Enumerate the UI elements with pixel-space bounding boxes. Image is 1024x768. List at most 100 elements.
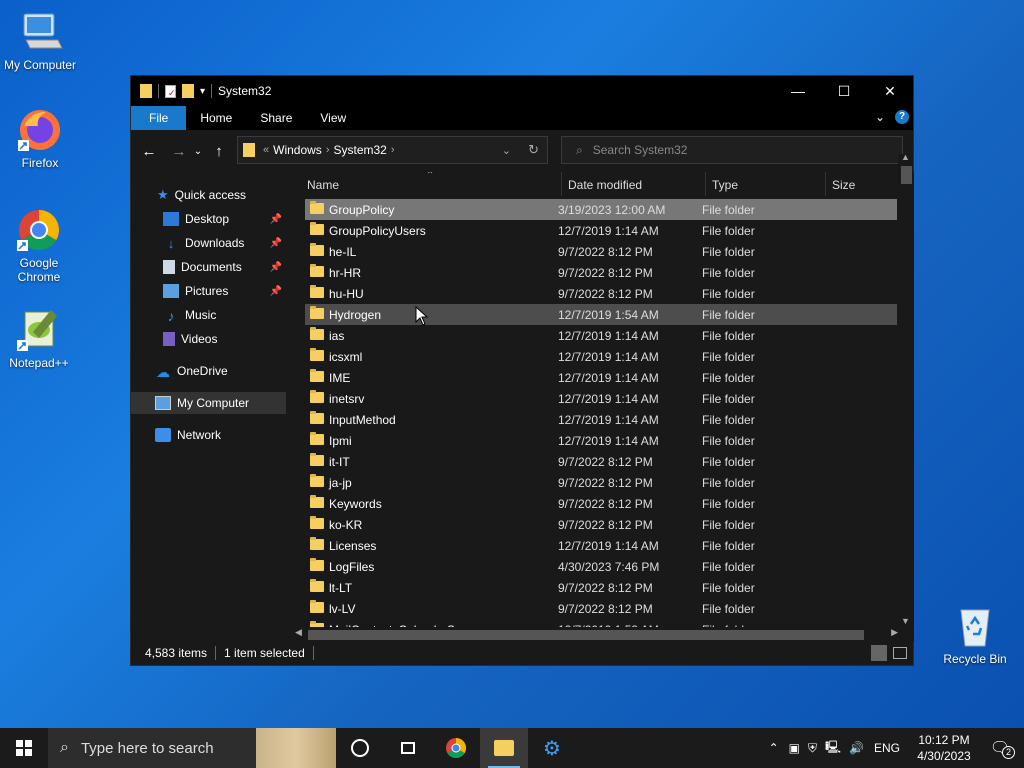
start-button[interactable] — [0, 728, 48, 768]
chevron-right-icon[interactable]: › — [391, 144, 395, 156]
cortana-button[interactable] — [336, 728, 384, 768]
desktop-icon-firefox[interactable]: Firefox — [0, 106, 80, 170]
tab-file[interactable]: File — [131, 106, 187, 130]
up-button[interactable]: ↑ — [207, 143, 231, 160]
taskbar-search-input[interactable]: Type here to search — [81, 740, 214, 757]
nav-music[interactable]: ♪ Music — [131, 304, 286, 326]
file-row[interactable]: Ipmi 12/7/2019 1:14 AM File folder — [305, 430, 897, 451]
file-row[interactable]: ko-KR 9/7/2022 8:12 PM File folder — [305, 514, 897, 535]
maximize-button[interactable]: ☐ — [821, 76, 867, 106]
file-row[interactable]: inetsrv 12/7/2019 1:14 AM File folder — [305, 388, 897, 409]
desktop-icon-recycle-bin[interactable]: Recycle Bin — [935, 602, 1015, 666]
file-row[interactable]: it-IT 9/7/2022 8:12 PM File folder — [305, 451, 897, 472]
folder-icon — [310, 243, 324, 256]
title-bar[interactable]: ✓ ▾ System32 — ☐ ✕ — [131, 76, 913, 106]
scroll-down-icon[interactable]: ▼ — [901, 616, 910, 626]
network-icon[interactable]: 🖳 — [825, 738, 841, 759]
music-icon: ♪ — [167, 308, 175, 324]
vertical-scrollbar[interactable]: ▲ ▼ — [898, 152, 913, 626]
tab-view[interactable]: View — [306, 106, 360, 130]
file-row[interactable]: Hydrogen 12/7/2019 1:54 AM File folder — [305, 304, 897, 325]
properties-icon[interactable]: ✓ — [165, 84, 176, 98]
nav-videos[interactable]: Videos — [131, 328, 286, 350]
nav-desktop[interactable]: Desktop 📌 — [131, 208, 286, 230]
file-row[interactable]: InputMethod 12/7/2019 1:14 AM File folder — [305, 409, 897, 430]
column-header-date[interactable]: Date modified — [568, 178, 642, 192]
file-row[interactable]: LogFiles 4/30/2023 7:46 PM File folder — [305, 556, 897, 577]
nav-downloads[interactable]: ↓ Downloads 📌 — [131, 232, 286, 254]
large-icons-view-button[interactable] — [893, 647, 907, 659]
horizontal-scrollbar[interactable]: ◀ ▶ — [294, 627, 899, 642]
volume-icon[interactable]: 🔊 — [849, 741, 864, 755]
expand-ribbon-icon[interactable]: ⌄ — [875, 110, 885, 124]
overflow-chevron[interactable]: « — [263, 144, 269, 156]
help-button[interactable]: ? — [895, 110, 909, 124]
file-row[interactable]: hr-HR 9/7/2022 8:12 PM File folder — [305, 262, 897, 283]
breadcrumb-system32[interactable]: System32 — [333, 143, 386, 157]
folder-icon — [310, 369, 324, 382]
scroll-left-icon[interactable]: ◀ — [295, 627, 302, 638]
recent-locations-button[interactable]: ⌄ — [191, 146, 205, 157]
file-row[interactable]: IME 12/7/2019 1:14 AM File folder — [305, 367, 897, 388]
file-row[interactable]: ja-jp 9/7/2022 8:12 PM File folder — [305, 472, 897, 493]
column-header-type[interactable]: Type — [712, 178, 738, 192]
address-dropdown-icon[interactable]: ⌄ — [502, 144, 511, 157]
column-header-name[interactable]: Name — [307, 178, 339, 192]
nav-onedrive[interactable]: ☁ OneDrive — [131, 360, 286, 382]
taskbar-app[interactable]: ⚙ — [528, 728, 576, 768]
nav-pictures[interactable]: Pictures 📌 — [131, 280, 286, 302]
security-icon[interactable]: ⛨ — [808, 741, 817, 756]
task-view-button[interactable] — [384, 728, 432, 768]
language-indicator[interactable]: ENG — [874, 741, 900, 755]
folder-icon — [310, 390, 324, 403]
close-button[interactable]: ✕ — [867, 76, 913, 106]
file-row[interactable]: he-IL 9/7/2022 8:12 PM File folder — [305, 241, 897, 262]
action-center-icon[interactable]: ▣ — [789, 741, 800, 755]
column-header-size[interactable]: Size — [832, 178, 855, 192]
notifications-button[interactable]: 🗨 2 — [976, 738, 1024, 759]
nav-my-computer[interactable]: My Computer — [131, 392, 286, 414]
scroll-up-icon[interactable]: ▲ — [901, 152, 910, 162]
file-row[interactable]: GroupPolicyUsers 12/7/2019 1:14 AM File fo… — [305, 220, 897, 241]
file-row[interactable]: icsxml 12/7/2019 1:14 AM File folder — [305, 346, 897, 367]
forward-button[interactable]: → — [167, 143, 191, 160]
tab-share[interactable]: Share — [246, 106, 306, 130]
back-button[interactable]: ← — [137, 143, 161, 160]
scroll-thumb[interactable] — [308, 630, 864, 640]
taskbar-chrome[interactable] — [432, 728, 480, 768]
tab-home[interactable]: Home — [186, 106, 246, 130]
show-hidden-icons-icon[interactable]: ⌃ — [769, 741, 779, 755]
desktop-icon-notepadpp[interactable]: Notepad++ — [0, 306, 79, 370]
search-input[interactable]: Search System32 — [593, 143, 688, 157]
desktop-icon-chrome[interactable]: Google Chrome — [0, 206, 79, 284]
scroll-thumb[interactable] — [901, 166, 912, 184]
file-row[interactable]: ias 12/7/2019 1:14 AM File folder — [305, 325, 897, 346]
breadcrumb-windows[interactable]: Windows — [273, 143, 322, 157]
file-row[interactable]: Licenses 12/7/2019 1:14 AM File folder — [305, 535, 897, 556]
taskbar-file-explorer[interactable] — [480, 728, 528, 768]
file-row[interactable]: GroupPolicy 3/19/2023 12:00 AM File folder — [305, 199, 897, 220]
nav-quick-access[interactable]: ★ Quick access — [131, 184, 286, 206]
search-box[interactable]: ⌕ Search System32 — [561, 136, 903, 164]
file-row[interactable]: hu-HU 9/7/2022 8:12 PM File folder — [305, 283, 897, 304]
new-folder-icon[interactable] — [182, 84, 194, 98]
window-title: System32 — [218, 84, 272, 98]
file-date: 9/7/2022 8:12 PM — [558, 580, 653, 595]
file-row[interactable]: Keywords 9/7/2022 8:12 PM File folder — [305, 493, 897, 514]
details-view-button[interactable] — [871, 645, 887, 661]
clock[interactable]: 10:12 PM 4/30/2023 — [912, 732, 976, 764]
chevron-right-icon[interactable]: › — [326, 144, 330, 156]
qat-dropdown-icon[interactable]: ▾ — [200, 86, 205, 97]
address-bar[interactable]: « Windows › System32 › ⌄ ↻ — [237, 136, 548, 164]
cortana-icon — [351, 739, 369, 757]
scroll-right-icon[interactable]: ▶ — [891, 627, 898, 638]
file-row[interactable]: lv-LV 9/7/2022 8:12 PM File folder — [305, 598, 897, 619]
nav-network[interactable]: Network — [131, 424, 286, 446]
taskbar-search-box[interactable]: ⌕ Type here to search — [48, 728, 336, 768]
file-row[interactable]: lt-LT 9/7/2022 8:12 PM File folder — [305, 577, 897, 598]
desktop-icon-my-computer[interactable]: My Computer — [0, 8, 80, 72]
nav-documents[interactable]: Documents 📌 — [131, 256, 286, 278]
nav-label: My Computer — [177, 396, 250, 410]
minimize-button[interactable]: — — [775, 76, 821, 106]
refresh-icon[interactable]: ↻ — [528, 142, 539, 158]
